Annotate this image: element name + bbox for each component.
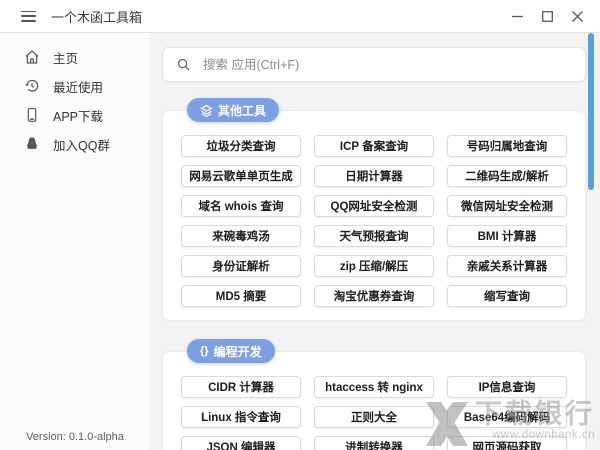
tool-button[interactable]: htaccess 转 nginx [314, 376, 434, 398]
tool-button[interactable]: 日期计算器 [314, 165, 434, 187]
sidebar-item-recent[interactable]: 最近使用 [0, 75, 150, 97]
tool-button[interactable]: zip 压缩/解压 [314, 255, 434, 277]
tool-button[interactable]: BMI 计算器 [447, 225, 567, 247]
tool-button[interactable]: Linux 指令查询 [181, 406, 301, 428]
sidebar: 主页 最近使用 APP下载 加入QQ群 Version: 0.1.0-alpha [0, 33, 150, 450]
section-programming: {} 编程开发 CIDR 计算器 htaccess 转 nginx IP信息查询… [162, 339, 586, 450]
sidebar-item-label: APP下载 [53, 109, 104, 124]
maximize-icon [541, 10, 553, 22]
version-label: Version: 0.1.0-alpha [26, 431, 124, 443]
tool-card: 垃圾分类查询 ICP 备案查询 号码归属地查询 网易云歌单单页生成 日期计算器 … [162, 110, 586, 321]
section-badge: 其他工具 [187, 98, 280, 122]
tool-button[interactable]: CIDR 计算器 [181, 376, 301, 398]
close-icon [571, 10, 583, 22]
tool-button[interactable]: ICP 备案查询 [314, 135, 434, 157]
tool-grid: CIDR 计算器 htaccess 转 nginx IP信息查询 Linux 指… [181, 376, 567, 450]
tool-button[interactable]: 天气预报查询 [314, 225, 434, 247]
tool-button[interactable]: 网页源码获取 [447, 436, 567, 450]
section-title: 编程开发 [213, 344, 262, 359]
main-content: 其他工具 垃圾分类查询 ICP 备案查询 号码归属地查询 网易云歌单单页生成 日… [150, 33, 600, 450]
minimize-button[interactable] [502, 1, 532, 31]
tool-button[interactable]: 身份证解析 [181, 255, 301, 277]
tool-grid: 垃圾分类查询 ICP 备案查询 号码归属地查询 网易云歌单单页生成 日期计算器 … [181, 135, 567, 307]
qq-icon [27, 137, 37, 149]
sidebar-item-home[interactable]: 主页 [0, 46, 150, 68]
app-window: 一个木函工具箱 主页 最近使用 APP下载 加入QQ群 Version: 0.1… [0, 0, 600, 450]
tool-button[interactable]: 来碗毒鸡汤 [181, 225, 301, 247]
tool-button[interactable]: 垃圾分类查询 [181, 135, 301, 157]
sidebar-item-app-download[interactable]: APP下载 [0, 104, 150, 126]
tool-button[interactable]: 域名 whois 查询 [181, 195, 301, 217]
tool-button[interactable]: 淘宝优惠券查询 [314, 285, 434, 307]
tool-button[interactable]: 缩写查询 [447, 285, 567, 307]
tool-button[interactable]: 进制转换器 [314, 436, 434, 450]
minimize-icon [511, 15, 523, 17]
titlebar: 一个木函工具箱 [0, 0, 600, 33]
tool-button[interactable]: QQ网址安全检测 [314, 195, 434, 217]
tool-button[interactable]: 正则大全 [314, 406, 434, 428]
history-icon [25, 79, 39, 92]
window-title: 一个木函工具箱 [51, 9, 143, 25]
layers-icon [200, 104, 213, 117]
sidebar-item-label: 加入QQ群 [53, 138, 110, 153]
tool-button[interactable]: 微信网址安全检测 [447, 195, 567, 217]
close-button[interactable] [562, 1, 592, 31]
tool-button[interactable]: JSON 编辑器 [181, 436, 301, 450]
code-braces-icon: {} [200, 344, 209, 357]
sidebar-item-label: 最近使用 [53, 80, 104, 95]
tool-button[interactable]: Base64编码解码 [447, 406, 567, 428]
home-icon [25, 50, 39, 64]
tool-button[interactable]: MD5 摘要 [181, 285, 301, 307]
tool-button[interactable]: 号码归属地查询 [447, 135, 567, 157]
section-title: 其他工具 [218, 103, 267, 118]
tool-button[interactable]: 网易云歌单单页生成 [181, 165, 301, 187]
section-other-tools: 其他工具 垃圾分类查询 ICP 备案查询 号码归属地查询 网易云歌单单页生成 日… [162, 98, 586, 321]
maximize-button[interactable] [532, 1, 562, 31]
tool-button[interactable]: 亲戚关系计算器 [447, 255, 567, 277]
search-box[interactable] [162, 47, 586, 82]
search-input[interactable] [203, 57, 572, 72]
tool-card: CIDR 计算器 htaccess 转 nginx IP信息查询 Linux 指… [162, 351, 586, 450]
sidebar-item-label: 主页 [53, 51, 79, 66]
smartphone-icon [27, 108, 37, 122]
window-controls [502, 1, 592, 31]
tool-button[interactable]: IP信息查询 [447, 376, 567, 398]
section-badge: {} 编程开发 [187, 339, 275, 363]
sidebar-item-join-qq[interactable]: 加入QQ群 [0, 133, 150, 155]
menu-icon[interactable] [21, 10, 36, 22]
search-icon [177, 58, 190, 71]
scrollbar[interactable] [588, 33, 594, 190]
tool-button[interactable]: 二维码生成/解析 [447, 165, 567, 187]
